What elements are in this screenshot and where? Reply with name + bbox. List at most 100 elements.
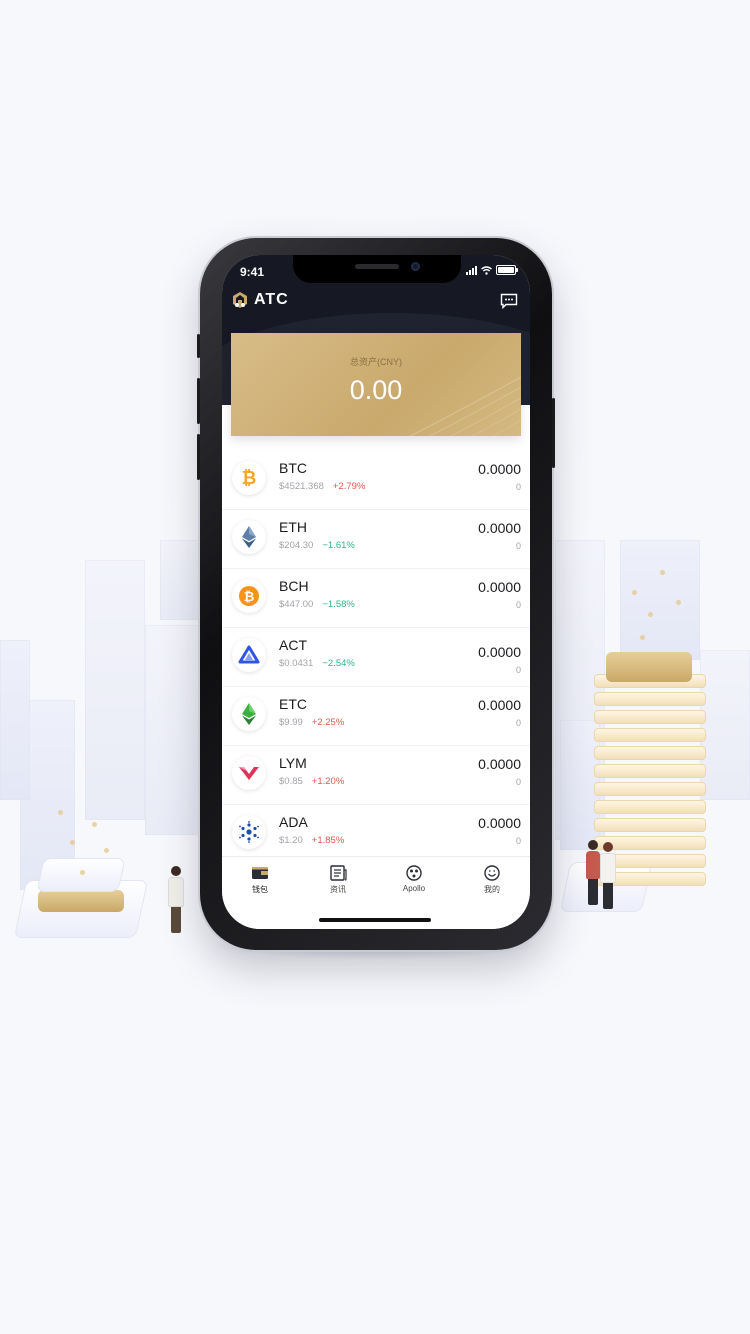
stack-gold-top: [606, 652, 692, 682]
tab-label: 钱包: [252, 885, 268, 894]
coin-amount: 0.0000: [478, 644, 521, 660]
left-platform-top: [36, 858, 126, 892]
coin-change: +2.25%: [311, 717, 345, 728]
left-gold-block: [38, 890, 124, 912]
coin-row-btc[interactable]: ₿ BTC $4521.368 +2.79% 0.0000 0: [222, 451, 530, 510]
tab-wallet[interactable]: 钱包: [230, 865, 290, 895]
volume-down-button: [197, 434, 200, 480]
news-icon: [330, 865, 347, 881]
particle: [648, 612, 653, 617]
particle: [92, 822, 97, 827]
stack-layer: [594, 692, 706, 706]
tab-label: 资讯: [330, 885, 346, 894]
stack-layer: [594, 764, 706, 778]
battery-icon: [496, 265, 518, 275]
wallet-icon: [252, 867, 268, 879]
stack-layer: [594, 710, 706, 724]
particle: [80, 870, 85, 875]
right-tower: [700, 650, 750, 800]
coin-row-lym[interactable]: LYM $0.85 +1.20% 0.0000 0: [222, 746, 530, 805]
coin-price: $0.85: [279, 776, 303, 787]
stack-layer: [594, 800, 706, 814]
coin-change: +1.20%: [311, 776, 345, 787]
stack-layer: [594, 818, 706, 832]
coin-price-line: $204.30 −1.61%: [279, 540, 355, 551]
particle: [58, 810, 63, 815]
coin-list: ₿ BTC $4521.368 +2.79% 0.0000 0 ETH $204.…: [222, 451, 530, 864]
coin-price: $0.0431: [279, 658, 314, 669]
coin-amount: 0.0000: [478, 520, 521, 536]
particle: [632, 590, 637, 595]
ethereum-icon: [232, 520, 266, 554]
silent-switch: [197, 334, 200, 358]
coin-row-bch[interactable]: ₿ BCH $447.00 −1.58% 0.0000 0: [222, 569, 530, 628]
particle: [104, 848, 109, 853]
total-asset-label: 总资产(CNY): [350, 357, 402, 367]
coin-price: $204.30: [279, 540, 314, 551]
left-tower: [145, 625, 200, 835]
particle: [70, 840, 75, 845]
coin-cny-value: 0: [515, 777, 521, 787]
svg-text:₿: ₿: [242, 468, 257, 488]
total-asset-value: 0.00: [349, 375, 403, 405]
coin-cny-value: 0: [515, 541, 521, 551]
profile-icon: [484, 865, 500, 881]
coin-row-eth[interactable]: ETH $204.30 −1.61% 0.0000 0: [222, 510, 530, 569]
coin-symbol: ETH: [279, 519, 307, 535]
coin-price-line: $9.99 +2.25%: [279, 717, 344, 728]
coin-amount: 0.0000: [478, 815, 521, 831]
coin-price: $9.99: [279, 717, 303, 728]
stack-layer: [594, 728, 706, 742]
lympo-icon: [232, 756, 266, 790]
coin-price: $1.20: [279, 835, 303, 846]
stack-layer: [594, 746, 706, 760]
coin-price-line: $0.0431 −2.54%: [279, 658, 355, 669]
coin-row-act[interactable]: ACT $0.0431 −2.54% 0.0000 0: [222, 628, 530, 687]
coin-cny-value: 0: [515, 600, 521, 610]
bitcoin-icon: ₿: [232, 461, 266, 495]
coin-change: −1.61%: [322, 540, 355, 551]
left-tower: [160, 540, 200, 620]
tab-news[interactable]: 资讯: [308, 865, 368, 895]
apollo-icon: [406, 865, 422, 881]
volume-up-button: [197, 378, 200, 424]
messages-button[interactable]: [500, 293, 518, 310]
coin-symbol: LYM: [279, 755, 307, 771]
wifi-icon: [481, 265, 492, 275]
coin-amount: 0.0000: [478, 579, 521, 595]
front-camera: [411, 262, 420, 271]
atc-logo-icon: [233, 292, 247, 308]
home-indicator[interactable]: [319, 918, 431, 922]
tab-apollo[interactable]: Apollo: [384, 865, 444, 893]
coin-cny-value: 0: [515, 836, 521, 846]
coin-change: +2.79%: [332, 481, 366, 492]
message-icon: [500, 293, 518, 310]
person-figure: [168, 866, 184, 933]
phone-notch: [293, 255, 461, 283]
power-button: [552, 398, 555, 468]
coin-change: +1.85%: [311, 835, 345, 846]
left-tower: [85, 560, 145, 820]
tab-profile[interactable]: 我的: [462, 865, 522, 895]
coin-price-line: $1.20 +1.85%: [279, 835, 344, 846]
cellular-signal-icon: [466, 265, 477, 275]
coin-symbol: ACT: [279, 637, 307, 653]
coin-cny-value: 0: [515, 665, 521, 675]
coin-price-line: $447.00 −1.58%: [279, 599, 355, 610]
brand: ATC: [231, 291, 289, 309]
phone-screen: 9:41 ATC 总资产(CNY) 0.00 ₿ BTC $4521.368 +…: [222, 255, 530, 929]
total-asset-card[interactable]: 总资产(CNY) 0.00: [231, 333, 521, 436]
coin-row-etc[interactable]: ETC $9.99 +2.25% 0.0000 0: [222, 687, 530, 746]
earpiece-speaker: [355, 264, 399, 269]
particle: [640, 635, 645, 640]
status-icons: [466, 265, 518, 275]
coin-price: $4521.368: [279, 481, 324, 492]
coin-price: $447.00: [279, 599, 314, 610]
left-tower: [0, 640, 30, 800]
coin-amount: 0.0000: [478, 697, 521, 713]
coin-symbol: BCH: [279, 578, 309, 594]
coin-symbol: BTC: [279, 460, 307, 476]
bottom-tab-bar: 钱包 资讯 Apollo 我的: [222, 856, 530, 929]
coin-cny-value: 0: [515, 718, 521, 728]
coin-price-line: $0.85 +1.20%: [279, 776, 344, 787]
